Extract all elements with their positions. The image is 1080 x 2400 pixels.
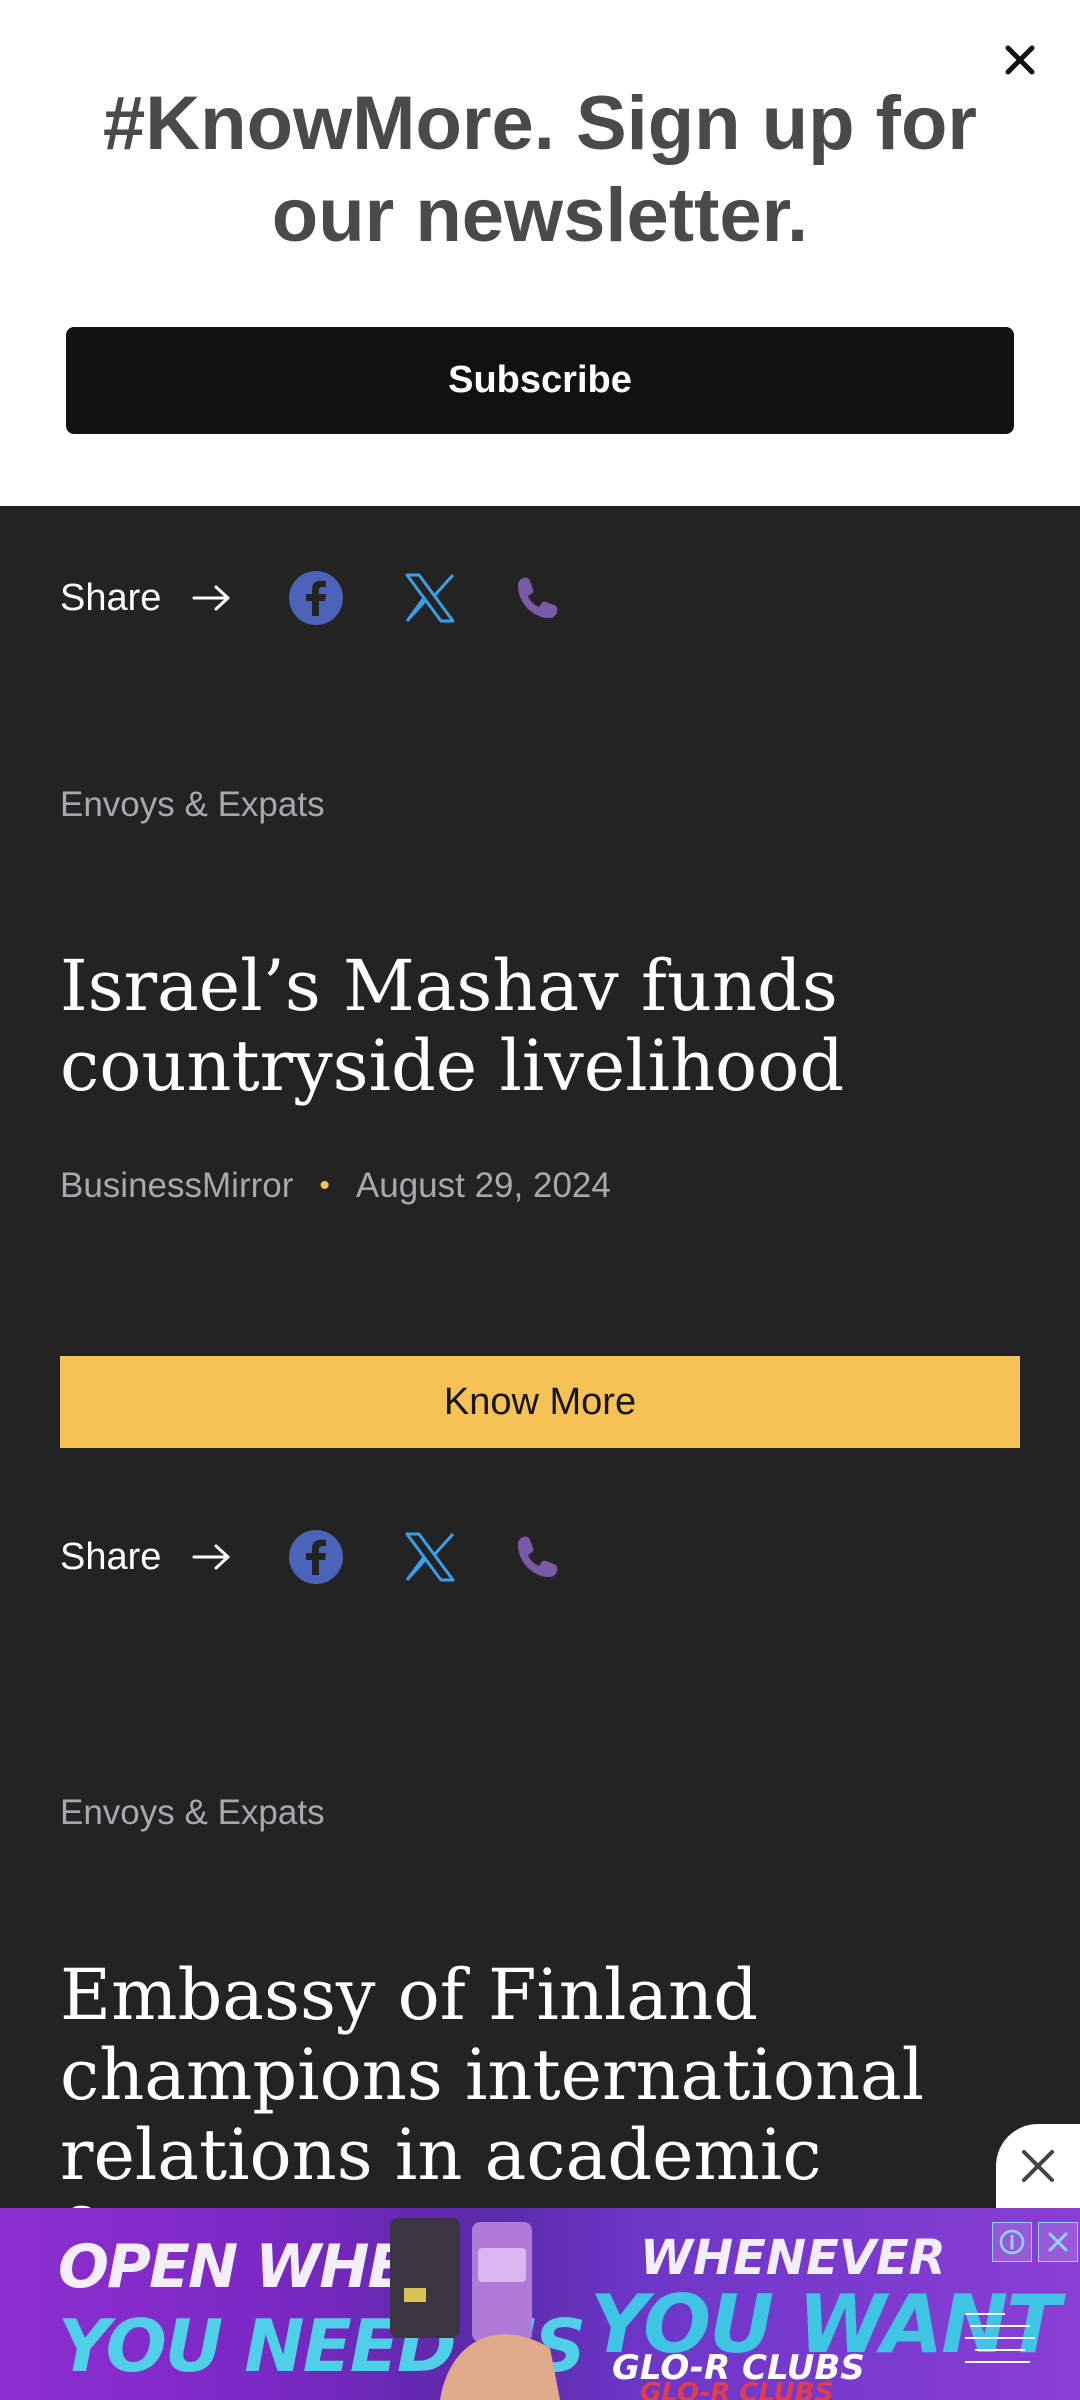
share-row: Share	[60, 566, 566, 630]
article-category[interactable]: Envoys & Expats	[60, 1793, 325, 1833]
product-image	[390, 2218, 560, 2400]
newsletter-title: #KnowMore. Sign up for our newsletter.	[103, 81, 977, 258]
article-headline[interactable]: Israel’s Mashav funds countryside liveli…	[60, 946, 1020, 1106]
ad-fine-print	[960, 2304, 1060, 2384]
x-twitter-icon[interactable]	[402, 570, 458, 626]
arrow-right-icon	[192, 1544, 230, 1570]
article-date: August 29, 2024	[355, 1166, 611, 1205]
share-label: Share	[60, 1535, 162, 1578]
phone-icon[interactable]	[510, 1529, 566, 1585]
share-label: Share	[60, 576, 162, 619]
ad-close-button[interactable]	[996, 2124, 1080, 2208]
ad-dismiss-icon[interactable]	[1038, 2222, 1078, 2262]
share-row: Share	[60, 1525, 566, 1589]
close-icon	[1022, 2150, 1054, 2182]
ad-badges	[986, 2222, 1078, 2262]
phone-icon[interactable]	[510, 570, 566, 626]
article-category[interactable]: Envoys & Expats	[60, 785, 325, 825]
x-twitter-icon[interactable]	[402, 1529, 458, 1585]
newsletter-banner: #KnowMore. Sign up for our newsletter. S…	[0, 0, 1080, 506]
facebook-icon[interactable]	[288, 1529, 344, 1585]
article-meta: BusinessMirror • August 29, 2024	[60, 1166, 611, 1206]
facebook-icon[interactable]	[288, 570, 344, 626]
ad-banner[interactable]: OPEN WHEN YOU NEED US WHENEVER YOU WANT …	[0, 2208, 1080, 2400]
subscribe-button[interactable]: Subscribe	[66, 327, 1014, 434]
know-more-button[interactable]: Know More	[60, 1356, 1020, 1448]
ad-info-icon[interactable]	[992, 2222, 1032, 2262]
separator-dot: •	[319, 1169, 330, 1202]
arrow-right-icon	[192, 585, 230, 611]
close-icon[interactable]	[996, 36, 1044, 84]
ad-brand-reflection: GLO-R CLUBS	[640, 2378, 834, 2400]
article-source: BusinessMirror	[60, 1166, 294, 1205]
